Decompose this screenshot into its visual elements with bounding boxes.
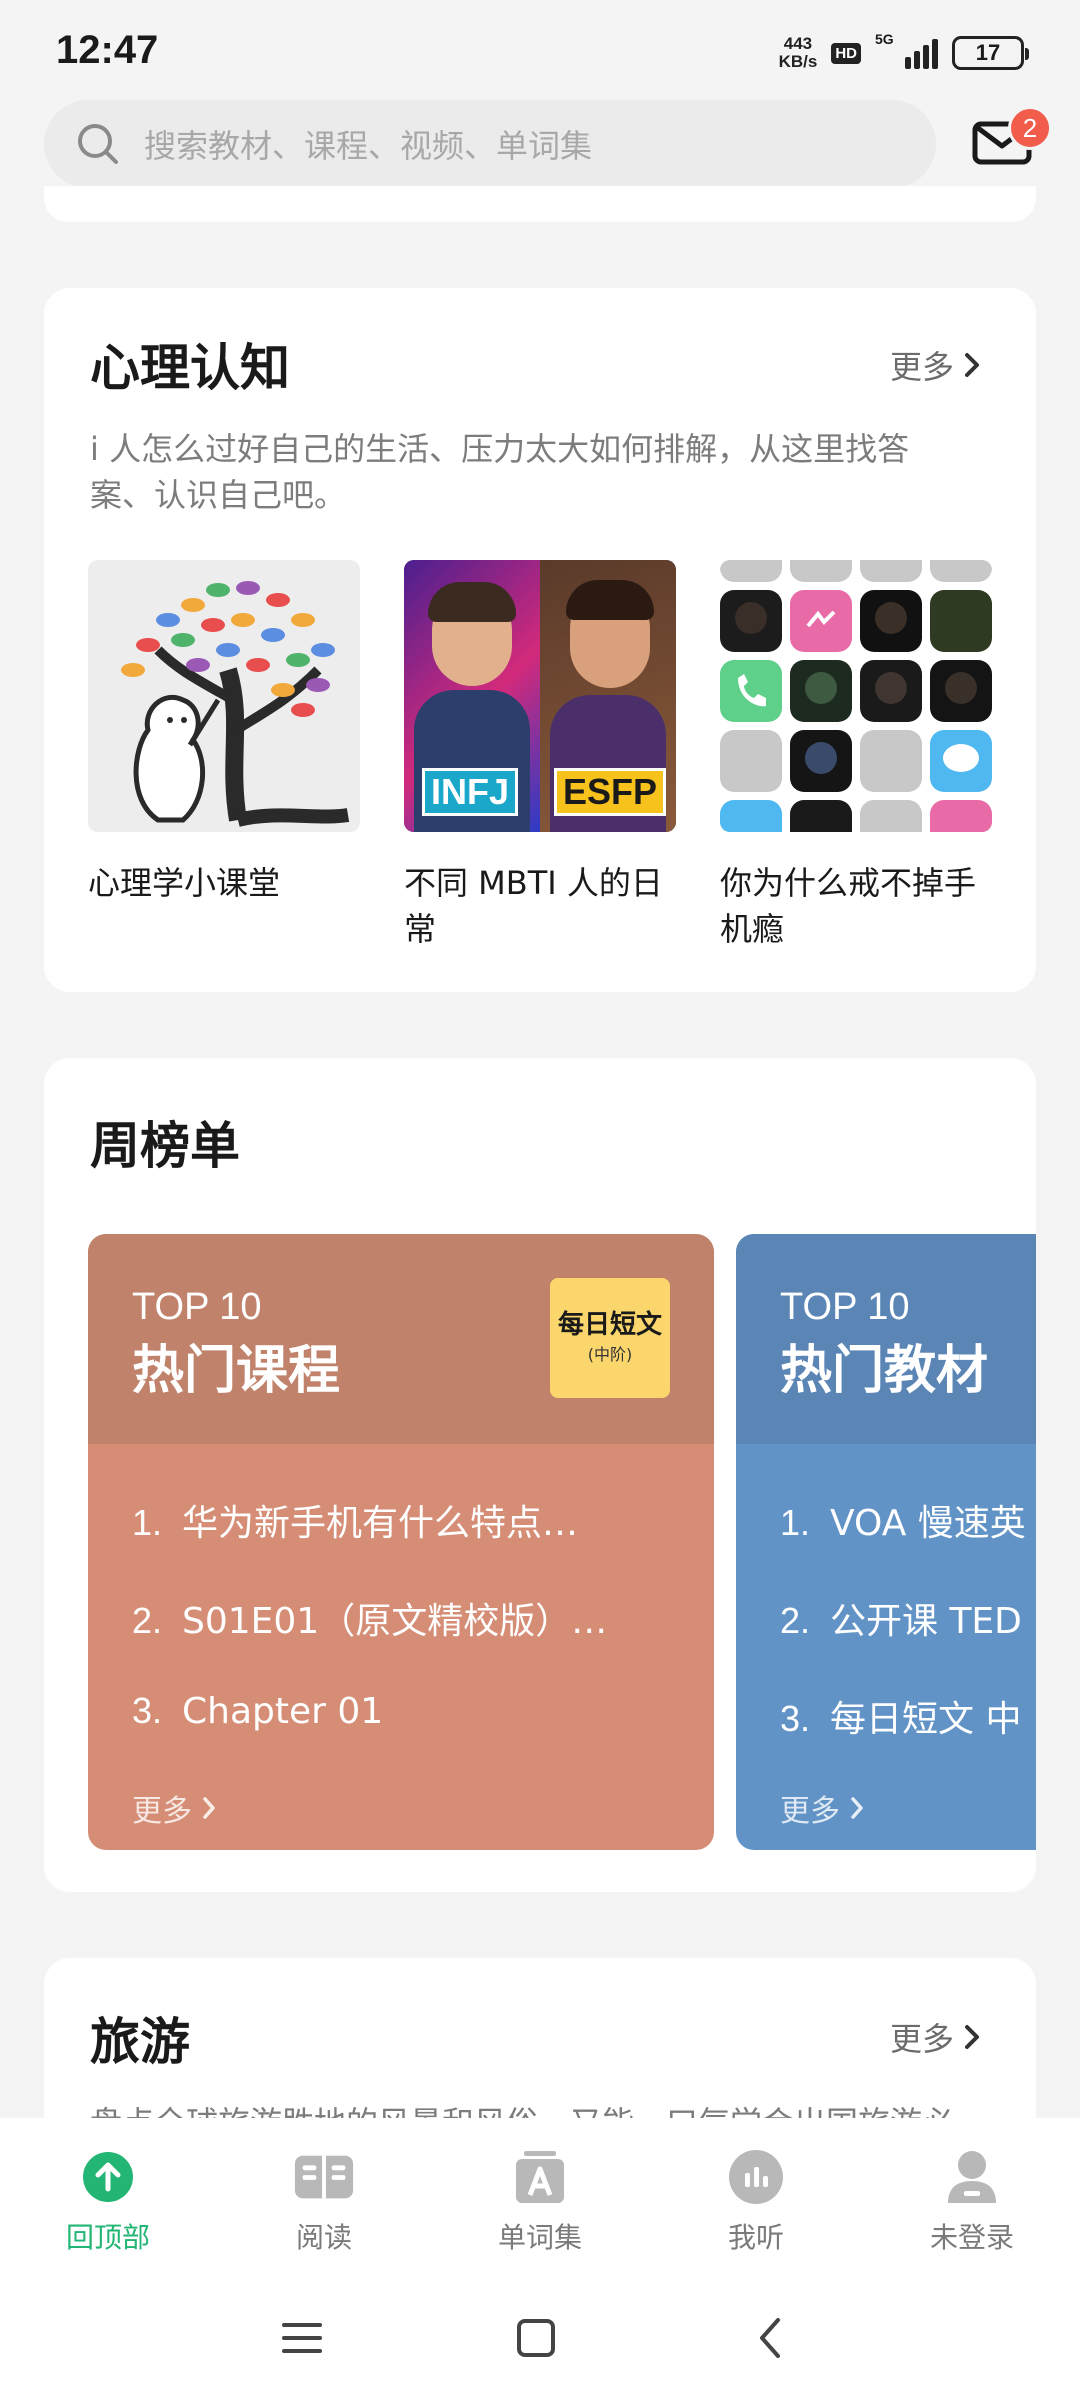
board-title: 热门课程 xyxy=(132,1341,341,1401)
ranking-item[interactable]: 3. 每日短文 中 xyxy=(780,1690,1021,1742)
battery-icon: 17 xyxy=(952,36,1029,70)
nav-vocab[interactable]: 单词集 xyxy=(432,2118,648,2268)
rank-number: 3. xyxy=(780,1698,811,1739)
rank-text: VOA 慢速英 xyxy=(830,1503,1026,1544)
book-icon xyxy=(293,2146,355,2208)
ranking-item[interactable]: 2. S01E01（原文精校版）… xyxy=(132,1592,607,1644)
status-time: 12:47 xyxy=(56,28,159,72)
tree-illustration xyxy=(121,581,350,827)
search-icon xyxy=(78,124,118,164)
section-description: i 人怎么过好自己的生活、压力太大如何排解，从这里找答案、认识自己吧。 xyxy=(90,430,910,514)
rank-number: 3. xyxy=(132,1690,163,1731)
network-speed-value: 443 xyxy=(783,34,813,53)
ranking-item[interactable]: 1. 华为新手机有什么特点… xyxy=(132,1494,578,1546)
nav-label: 我听 xyxy=(727,2221,784,2254)
signal-icon: 5G xyxy=(875,31,938,69)
board-header: TOP 10 热门教材 xyxy=(736,1234,1036,1444)
cover-subtitle: (中阶) xyxy=(587,1345,633,1364)
cover-title: 每日短文 xyxy=(557,1310,662,1340)
app-grid-illustration xyxy=(720,560,992,832)
rank-text: Chapter 01 xyxy=(182,1691,384,1732)
nav-back-to-top[interactable]: 回顶部 xyxy=(0,2118,216,2268)
arrow-up-icon xyxy=(77,2146,139,2208)
tree-person-thumbnail[interactable] xyxy=(88,560,360,832)
mbti-tag-left: INFJ xyxy=(422,768,519,816)
chevron-right-icon xyxy=(965,353,979,377)
network-speed: 443 KB/s xyxy=(779,35,818,71)
phone-apps-thumbnail[interactable] xyxy=(720,560,992,832)
mail-badge: 2 xyxy=(1008,106,1052,150)
item-label[interactable]: 心理学小课堂 xyxy=(88,860,368,906)
more-link[interactable]: 更多 xyxy=(132,1786,216,1830)
rank-number: 2. xyxy=(780,1600,811,1641)
item-label[interactable]: 不同 MBTI 人的日常 xyxy=(404,860,684,952)
board-top-label: TOP 10 xyxy=(132,1286,262,1328)
section-title: 周榜单 xyxy=(90,1117,240,1175)
ranking-board-textbooks[interactable]: TOP 10 热门教材 1. VOA 慢速英 2. 公开课 TED 3. 每日短文 中… xyxy=(736,1234,1036,1850)
nav-reading[interactable]: 阅读 xyxy=(216,2118,432,2268)
vocab-icon xyxy=(509,2146,571,2208)
previous-card-bottom xyxy=(44,186,1036,222)
rank-text: 公开课 TED xyxy=(830,1601,1022,1642)
section-title: 旅游 xyxy=(90,2013,190,2071)
rank-text: S01E01（原文精校版）… xyxy=(182,1601,608,1642)
item-label[interactable]: 你为什么戒不掉手机瘾 xyxy=(720,860,1000,952)
nav-listen[interactable]: 我听 xyxy=(648,2118,864,2268)
rank-text: 华为新手机有什么特点… xyxy=(182,1503,579,1544)
more-link[interactable]: 更多 xyxy=(780,1786,864,1830)
user-icon xyxy=(941,2146,1003,2208)
ranking-item[interactable]: 3. Chapter 01 xyxy=(132,1690,383,1732)
nav-label: 回顶部 xyxy=(65,2221,150,2254)
hd-icon: HD xyxy=(831,42,861,64)
home-icon[interactable] xyxy=(506,2308,566,2368)
listen-icon xyxy=(725,2146,787,2208)
section-title: 心理认知 xyxy=(90,339,290,397)
board-title: 热门教材 xyxy=(780,1341,989,1401)
board-cover: 每日短文 (中阶) xyxy=(550,1278,670,1398)
ranking-board-courses[interactable]: TOP 10 热门课程 每日短文 (中阶) 1. 华为新手机有什么特点… 2. S0… xyxy=(88,1234,714,1850)
nav-profile[interactable]: 未登录 xyxy=(864,2118,1080,2268)
chevron-right-icon xyxy=(965,2025,979,2049)
psychology-section: 心理认知 更多 i 人怎么过好自己的生活、压力太大如何排解，从这里找答案、认识自… xyxy=(44,288,1036,992)
search-placeholder: 搜索教材、课程、视频、单词集 xyxy=(144,127,593,165)
bottom-nav: 回顶部 阅读 单词集 我听 未登录 xyxy=(0,2118,1080,2268)
back-icon[interactable] xyxy=(740,2308,800,2368)
menu-icon[interactable] xyxy=(272,2308,332,2368)
rank-text: 每日短文 中 xyxy=(830,1699,1022,1740)
more-label: 更多 xyxy=(889,348,954,386)
search-input[interactable]: 搜索教材、课程、视频、单词集 xyxy=(44,100,936,188)
rank-number: 1. xyxy=(780,1502,811,1543)
nav-label: 未登录 xyxy=(929,2221,1014,2254)
system-nav-bar xyxy=(0,2268,1080,2400)
ranking-board-clip: TOP 10 热门教材 1. VOA 慢速英 2. 公开课 TED 3. 每日短文 中… xyxy=(736,1234,1036,1850)
mbti-tag-right: ESFP xyxy=(554,768,667,816)
rank-number: 2. xyxy=(132,1600,163,1641)
ranking-item[interactable]: 1. VOA 慢速英 xyxy=(780,1494,1026,1546)
board-top-label: TOP 10 xyxy=(780,1286,910,1328)
ranking-item[interactable]: 2. 公开课 TED xyxy=(780,1592,1022,1644)
chevron-right-icon xyxy=(203,1797,215,1819)
more-link[interactable]: 更多 xyxy=(890,342,980,388)
nav-label: 阅读 xyxy=(295,2221,352,2254)
rank-number: 1. xyxy=(132,1502,163,1543)
board-header: TOP 10 热门课程 每日短文 (中阶) xyxy=(88,1234,714,1444)
more-label: 更多 xyxy=(780,1794,840,1829)
network-type: 5G xyxy=(875,31,894,47)
network-speed-unit: KB/s xyxy=(778,52,818,71)
mbti-thumbnail[interactable]: INFJ ESFP xyxy=(404,560,676,832)
more-label: 更多 xyxy=(889,2020,954,2058)
status-icons: 443 KB/s HD 5G 17 xyxy=(779,28,1029,78)
nav-label: 单词集 xyxy=(497,2221,582,2254)
more-link[interactable]: 更多 xyxy=(890,2014,980,2060)
chevron-right-icon xyxy=(851,1797,863,1819)
status-bar: 12:47 443 KB/s HD 5G 17 xyxy=(0,0,1080,100)
more-label: 更多 xyxy=(132,1794,192,1829)
battery-level: 17 xyxy=(975,40,1001,65)
